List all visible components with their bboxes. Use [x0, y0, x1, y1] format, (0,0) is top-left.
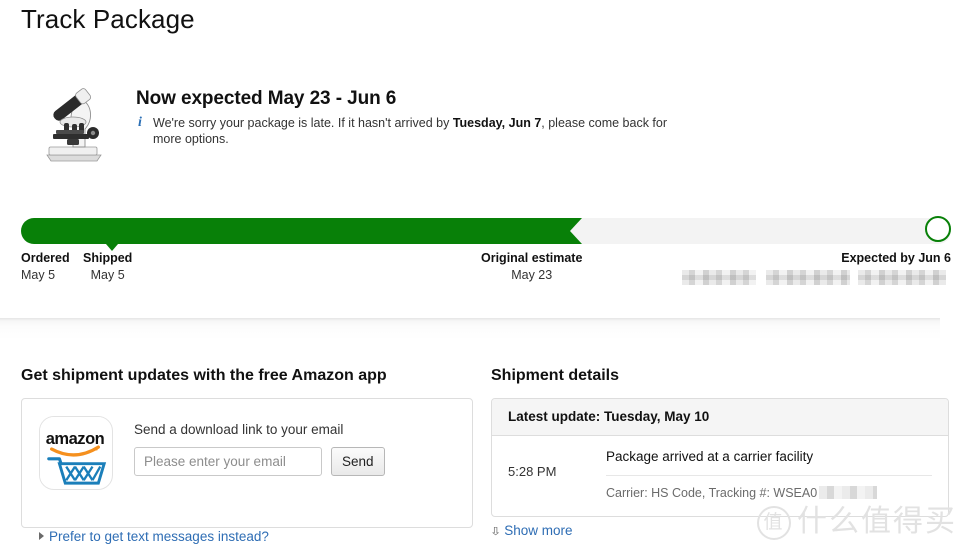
milestone-original-estimate-label: Original estimate — [481, 251, 583, 265]
milestone-shipped: Shipped May 5 — [83, 250, 132, 284]
event-details: Package arrived at a carrier facility Ca… — [606, 448, 932, 502]
redacted-address-block — [766, 270, 850, 285]
late-package-note: i We're sorry your package is late. If it… — [136, 115, 696, 147]
show-more-row: ⇩ Show more — [489, 523, 949, 538]
shipment-details-title: Shipment details — [491, 367, 620, 384]
milestone-expected-label: Expected by Jun 6 — [841, 251, 951, 265]
milestone-shipped-date: May 5 — [90, 268, 125, 282]
app-promo-title: Get shipment updates with the free Amazo… — [21, 367, 387, 384]
late-note-part-1: We're sorry your package is late. If it … — [153, 116, 453, 130]
circle-outline-icon — [925, 216, 951, 242]
app-promo-prompt: Send a download link to your email — [134, 422, 344, 437]
app-promo-section: Get shipment updates with the free Amazo… — [21, 366, 473, 544]
svg-text:amazon: amazon — [46, 429, 105, 448]
late-note-date: Tuesday, Jun 7 — [452, 116, 542, 130]
email-download-row: Send — [134, 447, 385, 476]
redacted-tracking-number — [819, 486, 878, 499]
event-time: 5:28 PM — [508, 464, 557, 479]
delivery-progress-bar — [21, 216, 951, 251]
amazon-shopping-app-icon: amazon — [39, 416, 113, 490]
send-button[interactable]: Send — [331, 447, 385, 476]
sms-preference-row: Prefer to get text messages instead? — [39, 529, 269, 544]
email-input[interactable] — [134, 447, 322, 476]
shipment-details-panel: Latest update: Tuesday, May 10 5:28 PM P… — [491, 398, 949, 517]
show-more-link[interactable]: Show more — [504, 523, 572, 538]
shipment-event-row: 5:28 PM Package arrived at a carrier fac… — [492, 436, 948, 516]
product-thumbnail-microscope — [35, 77, 113, 167]
section-divider — [0, 318, 940, 340]
latest-update-header: Latest update: Tuesday, May 10 — [492, 399, 948, 436]
chevron-double-down-icon: ⇩ — [489, 526, 502, 538]
progress-track — [21, 216, 951, 251]
milestone-expected: Expected by Jun 6 — [841, 250, 951, 267]
event-title: Package arrived at a carrier facility — [606, 448, 932, 476]
triangle-right-icon — [39, 532, 44, 540]
redacted-address-block — [682, 270, 756, 285]
sms-preference-link[interactable]: Prefer to get text messages instead? — [49, 529, 269, 544]
milestone-original-estimate: Original estimate May 23 — [481, 250, 582, 284]
progress-fill — [21, 218, 582, 244]
milestone-ordered-date: May 5 — [21, 268, 56, 282]
delivery-status-hero: Now expected May 23 - Jun 6 i We're sorry… — [21, 72, 721, 172]
milestone-shipped-label: Shipped — [83, 251, 133, 265]
page-title: Track Package — [21, 4, 195, 34]
milestone-ordered-label: Ordered — [21, 251, 70, 265]
milestone-original-estimate-date: May 23 — [511, 268, 553, 282]
app-promo-card: amazon Send a download link to your emai… — [21, 398, 473, 544]
status-text-block: Now expected May 23 - Jun 6 i We're sorry… — [136, 87, 696, 147]
event-carrier-tracking: Carrier: HS Code, Tracking #: WSEA0 — [606, 476, 932, 502]
info-icon: i — [138, 115, 142, 130]
expected-delivery-headline: Now expected May 23 - Jun 6 — [136, 88, 397, 109]
event-carrier-tracking-text: Carrier: HS Code, Tracking #: WSEA0 — [606, 486, 818, 500]
redacted-address-block — [858, 270, 946, 285]
shipment-details-section: Shipment details Latest update: Tuesday,… — [489, 366, 949, 538]
milestone-ordered: Ordered May 5 — [21, 250, 70, 284]
